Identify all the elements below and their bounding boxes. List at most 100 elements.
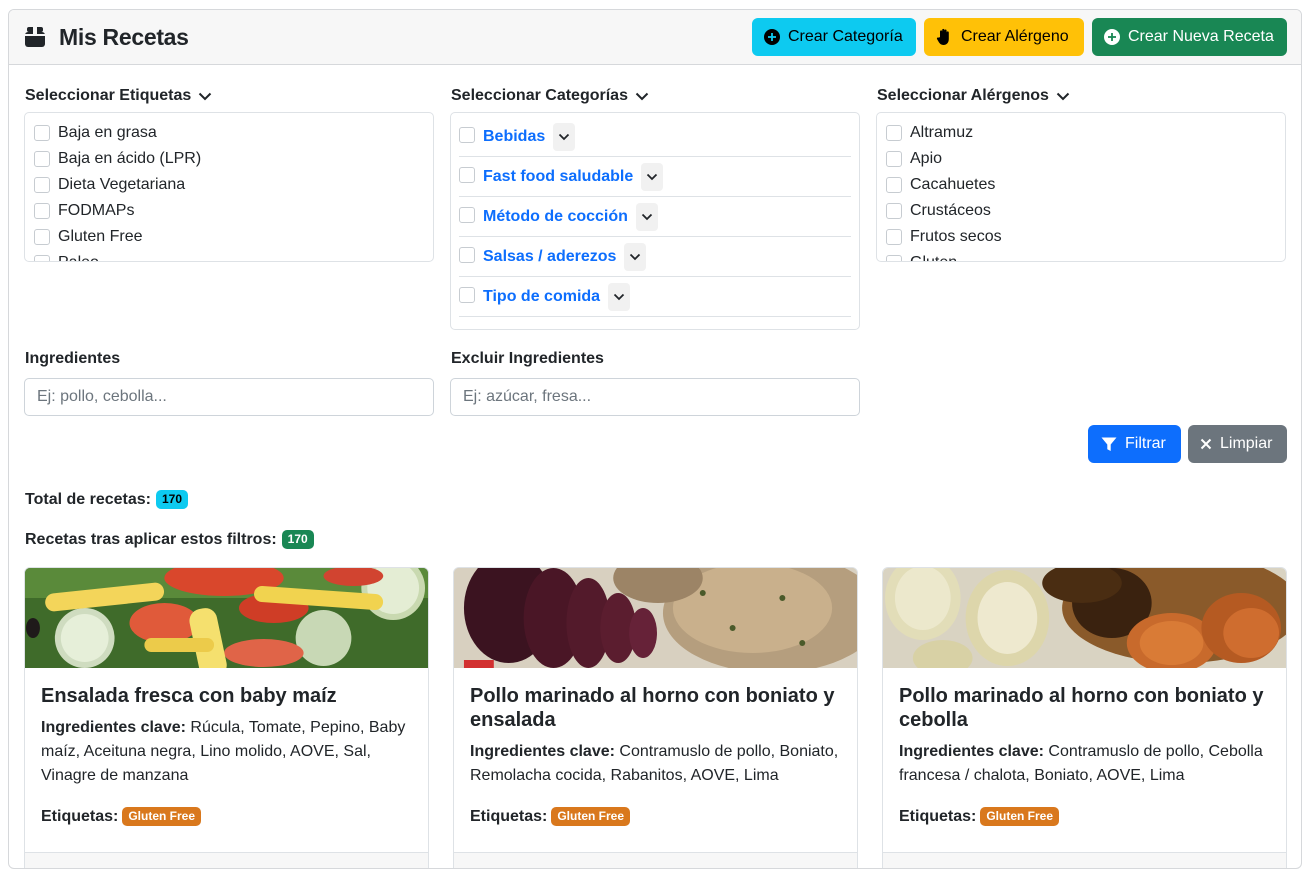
allergen-option[interactable]: Crustáceos [886,202,991,220]
checkbox[interactable] [34,125,50,141]
total-recipes-label: Total de recetas: [25,490,151,508]
tag-option[interactable]: Baja en grasa [34,124,157,142]
filter-label: Filtrar [1125,435,1166,452]
recipes-panel: Mis Recetas Crear Categoría Crear Alérge… [8,9,1302,869]
category-link[interactable]: Tipo de comida [483,288,600,306]
recipe-card[interactable]: Pollo marinado al horno con boniato y ce… [882,567,1287,868]
card-footer [883,852,1286,868]
recipe-image [25,568,428,668]
recipe-tags: Etiquetas: Gluten Free [470,807,631,826]
create-recipe-button[interactable]: Crear Nueva Receta [1092,18,1287,56]
allergen-option[interactable]: Frutos secos [886,228,1002,246]
plus-circle-icon [764,29,780,45]
clear-button[interactable]: Limpiar [1188,425,1287,463]
recipe-title[interactable]: Pollo marinado al horno con boniato y en… [470,684,845,732]
checkbox[interactable] [34,177,50,193]
allergen-option[interactable]: Apio [886,150,942,168]
ingredients-label: Ingredientes [25,350,121,367]
recipe-title[interactable]: Pollo marinado al horno con boniato y ce… [899,684,1274,732]
checkbox[interactable] [459,126,475,143]
allergen-option[interactable]: Altramuz [886,124,973,142]
recipe-image [883,568,1286,668]
checkbox[interactable] [34,255,50,261]
categories-dropdown-toggle[interactable]: Seleccionar Categorías [451,87,649,105]
recipe-card[interactable]: Ensalada fresca con baby maíz Ingredient… [24,567,429,868]
funnel-icon [1101,437,1117,451]
filter-button[interactable]: Filtrar [1088,425,1181,463]
checkbox[interactable] [34,203,50,219]
tags-label: Seleccionar Etiquetas [25,87,192,104]
create-allergen-label: Crear Alérgeno [961,28,1069,45]
tag-option[interactable]: Baja en ácido (LPR) [34,150,201,168]
exclude-ingredients-input[interactable] [450,378,860,416]
recipe-ingredients: Ingredientes clave: Contramuslo de pollo… [899,743,1263,784]
chevron-down-icon [635,92,649,100]
create-category-button[interactable]: Crear Categoría [752,18,916,56]
recipe-title[interactable]: Ensalada fresca con baby maíz [41,684,416,708]
category-row[interactable]: Bebidas [459,117,851,157]
exclude-ingredients-label: Excluir Ingredientes [451,350,604,367]
allergen-option[interactable]: Gluten [886,254,957,261]
tag-option[interactable]: FODMAPs [34,202,134,220]
category-row[interactable]: Salsas / aderezos [459,237,851,277]
total-recipes: Total de recetas: 170 [25,490,188,509]
checkbox[interactable] [459,206,475,223]
create-recipe-label: Crear Nueva Receta [1128,28,1274,45]
tag-badge: Gluten Free [980,807,1060,826]
page-title: Mis Recetas [59,24,189,50]
checkbox[interactable] [459,286,475,303]
categories-label: Seleccionar Categorías [451,87,628,104]
chevron-down-icon[interactable] [553,122,576,151]
categories-list[interactable]: Bebidas Fast food saludable Método de co… [450,112,860,330]
recipe-card[interactable]: Pollo marinado al horno con boniato y en… [453,567,858,868]
hand-icon [936,28,949,45]
category-link[interactable]: Fast food saludable [483,168,633,186]
chevron-down-icon[interactable] [641,162,664,191]
allergen-option[interactable]: Cacahuetes [886,176,995,194]
filtered-recipes-badge: 170 [281,530,314,549]
plus-circle-icon [1104,29,1120,45]
allergens-list[interactable]: Altramuz Apio Cacahuetes Crustáceos Frut… [876,112,1286,262]
category-row[interactable]: Tipo de comida [459,277,851,317]
ingredients-input[interactable] [24,378,434,416]
create-category-label: Crear Categoría [788,28,903,45]
category-link[interactable]: Método de cocción [483,208,628,226]
checkbox[interactable] [886,151,902,167]
checkbox[interactable] [34,151,50,167]
create-allergen-button[interactable]: Crear Alérgeno [924,18,1084,56]
recipe-image [454,568,857,668]
chevron-down-icon[interactable] [608,282,631,311]
tags-label: Etiquetas: [899,807,977,825]
tags-label: Etiquetas: [470,807,548,825]
filtered-recipes: Recetas tras aplicar estos filtros: 170 [25,530,314,549]
chevron-down-icon [1056,92,1070,100]
chevron-down-icon [199,92,212,100]
card-footer [25,852,428,868]
checkbox[interactable] [34,229,50,245]
checkbox[interactable] [459,246,475,263]
chevron-down-icon[interactable] [624,242,647,271]
category-row[interactable]: Método de cocción [459,197,851,237]
checkbox[interactable] [886,203,902,219]
tags-list[interactable]: Baja en grasa Baja en ácido (LPR) Dieta … [24,112,434,262]
checkbox[interactable] [886,255,902,261]
category-link[interactable]: Bebidas [483,128,545,146]
checkbox[interactable] [886,125,902,141]
tags-dropdown-toggle[interactable]: Seleccionar Etiquetas [25,87,212,105]
checkbox[interactable] [886,229,902,245]
allergens-dropdown-toggle[interactable]: Seleccionar Alérgenos [877,87,1070,105]
filtered-recipes-label: Recetas tras aplicar estos filtros: [25,530,277,548]
category-row[interactable]: Fast food saludable [459,157,851,197]
tag-badge: Gluten Free [122,807,202,826]
tag-option[interactable]: Paleo [34,254,99,261]
recipe-tags: Etiquetas: Gluten Free [41,807,202,826]
tag-option[interactable]: Dieta Vegetariana [34,176,185,194]
checkbox[interactable] [459,166,475,183]
checkbox[interactable] [886,177,902,193]
book-icon [25,27,45,47]
tag-option[interactable]: Gluten Free [34,228,142,246]
category-link[interactable]: Salsas / aderezos [483,248,616,266]
tags-label: Etiquetas: [41,807,119,825]
card-footer [454,852,857,868]
chevron-down-icon[interactable] [635,202,658,231]
